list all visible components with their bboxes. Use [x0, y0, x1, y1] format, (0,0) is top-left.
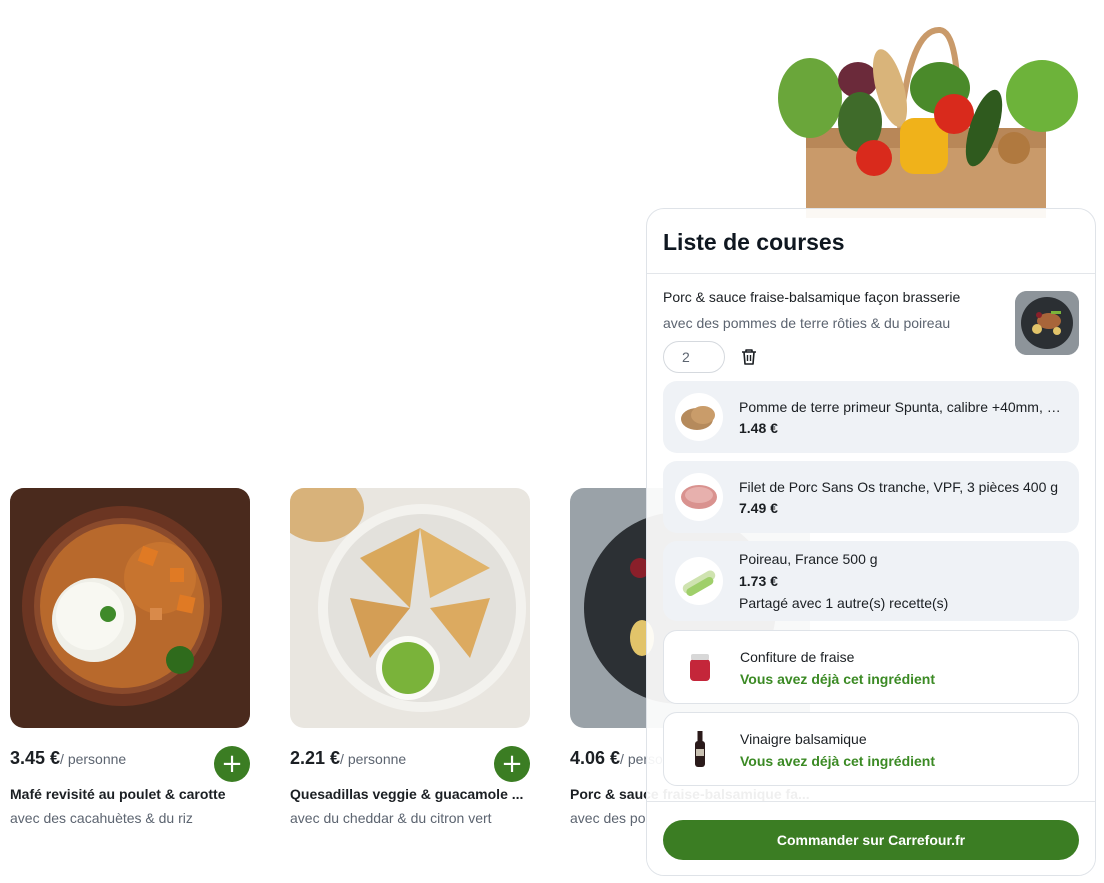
shopping-list-panel: Liste de courses Porc & sauce fraise-bal… [646, 208, 1096, 876]
trash-icon[interactable] [741, 348, 757, 366]
jam-icon [676, 643, 724, 691]
panel-footer: Commander sur Carrefour.fr [647, 801, 1095, 875]
shared-note: Partagé avec 1 autre(s) recette(s) [739, 595, 949, 611]
item-name: Vinaigre balsamique [740, 731, 867, 747]
recipe-title[interactable]: Mafé revisité au poulet & carotte [10, 786, 250, 802]
price-unit: / personne [340, 751, 407, 767]
pork-icon [675, 473, 723, 521]
recipe-image[interactable] [10, 488, 250, 728]
recipe-price: 3.45 €/ personne [10, 748, 127, 768]
item-price: 1.48 € [739, 420, 778, 436]
list-item[interactable]: Poireau, France 500 g 1.73 € Partagé ave… [663, 541, 1079, 621]
recipe-subtitle: avec du cheddar & du citron vert [290, 810, 492, 826]
item-name: Poireau, France 500 g [739, 551, 878, 567]
panel-header: Liste de courses [647, 209, 1095, 274]
vinegar-icon [676, 725, 724, 773]
recipe-title[interactable]: Quesadillas veggie & guacamole ... [290, 786, 530, 802]
owned-item[interactable]: Vinaigre balsamique Vous avez déjà cet i… [663, 712, 1079, 786]
potato-icon [675, 393, 723, 441]
recipe-image[interactable] [290, 488, 530, 728]
price-unit: / personne [60, 751, 127, 767]
leek-icon [675, 557, 723, 605]
list-recipe: Porc & sauce fraise-balsamique façon bra… [663, 289, 1083, 355]
order-button[interactable]: Commander sur Carrefour.fr [663, 820, 1079, 860]
item-name: Confiture de fraise [740, 649, 855, 665]
panel-title: Liste de courses [663, 229, 845, 255]
owned-status: Vous avez déjà cet ingrédient [740, 753, 936, 769]
item-price: 7.49 € [739, 500, 778, 516]
recipe-card[interactable]: 2.21 €/ personne + Quesadillas veggie & … [290, 488, 530, 826]
quantity-input[interactable] [663, 341, 725, 373]
owned-item[interactable]: Confiture de fraise Vous avez déjà cet i… [663, 630, 1079, 704]
item-name: Pomme de terre primeur Spunta, calibre +… [739, 399, 1063, 415]
add-recipe-button[interactable]: + [494, 746, 530, 782]
recipe-thumbnail [1015, 291, 1079, 355]
grocery-bag-illustration [770, 18, 1100, 218]
recipe-subtitle: avec des cacahuètes & du riz [10, 810, 193, 826]
item-price: 1.73 € [739, 573, 778, 589]
owned-status: Vous avez déjà cet ingrédient [740, 671, 936, 687]
item-name: Filet de Porc Sans Os tranche, VPF, 3 pi… [739, 479, 1059, 495]
recipe-card[interactable]: 3.45 €/ personne + Mafé revisité au poul… [10, 488, 250, 826]
add-recipe-button[interactable]: + [214, 746, 250, 782]
list-item[interactable]: Pomme de terre primeur Spunta, calibre +… [663, 381, 1079, 453]
list-item[interactable]: Filet de Porc Sans Os tranche, VPF, 3 pi… [663, 461, 1079, 533]
recipe-price: 2.21 €/ personne [290, 748, 407, 768]
